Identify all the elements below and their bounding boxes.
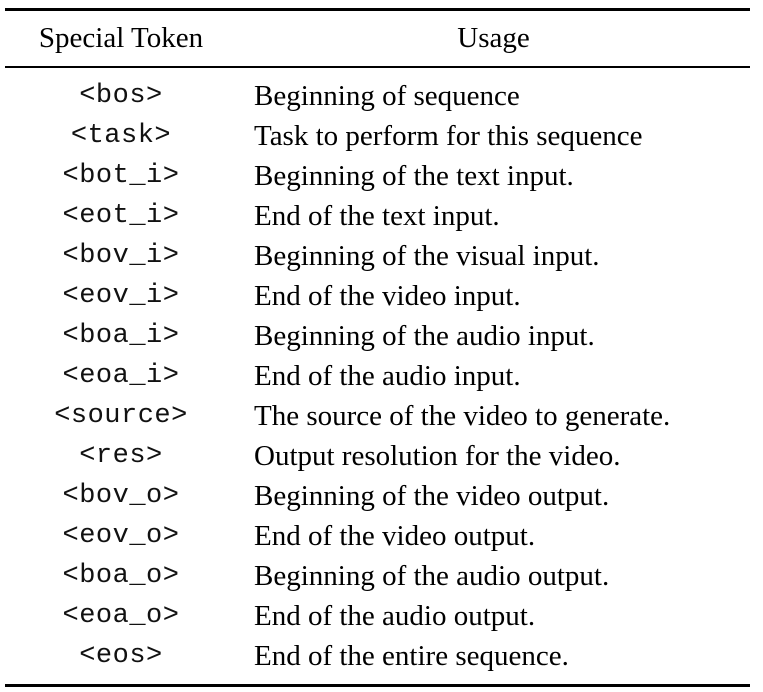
bottom-rule xyxy=(5,684,750,687)
table-row: <source> The source of the video to gener… xyxy=(5,396,750,436)
token-cell: <eoa_o> xyxy=(62,601,180,631)
table-row: <res> Output resolution for the video. xyxy=(5,436,750,476)
table-header: Special Token Usage xyxy=(5,11,750,66)
usage-cell: Beginning of the audio input. xyxy=(254,319,595,352)
table-row: <bot_i> Beginning of the text input. xyxy=(5,156,750,196)
header-usage: Usage xyxy=(457,22,530,54)
usage-cell: End of the audio input. xyxy=(254,359,521,392)
token-cell: <boa_i> xyxy=(62,321,180,351)
usage-cell: End of the audio output. xyxy=(254,599,536,632)
token-cell: <bot_i> xyxy=(62,161,180,191)
table-row: <bov_o> Beginning of the video output. xyxy=(5,476,750,516)
header-special-token: Special Token xyxy=(38,22,204,54)
special-token-table: Special Token Usage <bos> Beginning of se… xyxy=(5,8,750,687)
usage-cell: End of the entire sequence. xyxy=(254,639,569,672)
token-cell: <source> xyxy=(54,401,188,431)
table-row: <eoa_o> End of the audio output. xyxy=(5,596,750,636)
table-row: <task> Task to perform for this sequence xyxy=(5,116,750,156)
token-cell: <eot_i> xyxy=(62,201,180,231)
usage-cell: End of the video input. xyxy=(254,279,521,312)
table-row: <boa_i> Beginning of the audio input. xyxy=(5,316,750,356)
usage-cell: The source of the video to generate. xyxy=(254,399,671,432)
table-row: <eov_o> End of the video output. xyxy=(5,516,750,556)
token-cell: <boa_o> xyxy=(62,561,180,591)
table-row: <eoa_i> End of the audio input. xyxy=(5,356,750,396)
usage-cell: Beginning of the audio output. xyxy=(254,559,610,592)
table-row: <bos> Beginning of sequence xyxy=(5,76,750,116)
table-row: <boa_o> Beginning of the audio output. xyxy=(5,556,750,596)
table-row: <eot_i> End of the text input. xyxy=(5,196,750,236)
usage-cell: Beginning of the text input. xyxy=(254,159,574,192)
table-row: <bov_i> Beginning of the visual input. xyxy=(5,236,750,276)
table-body: <bos> Beginning of sequence <task> Task to… xyxy=(5,68,750,684)
token-cell: <bov_o> xyxy=(62,481,180,511)
usage-cell: End of the text input. xyxy=(254,199,500,232)
usage-cell: Beginning of sequence xyxy=(254,79,520,112)
token-cell: <eov_o> xyxy=(62,521,180,551)
usage-cell: Output resolution for the video. xyxy=(254,439,621,472)
token-cell: <bov_i> xyxy=(62,241,180,271)
usage-cell: Beginning of the video output. xyxy=(254,479,610,512)
token-cell: <res> xyxy=(79,441,163,471)
token-cell: <bos> xyxy=(79,81,163,111)
token-cell: <eoa_i> xyxy=(62,361,180,391)
token-cell: <eov_i> xyxy=(62,281,180,311)
usage-cell: Task to perform for this sequence xyxy=(254,119,643,152)
token-cell: <task> xyxy=(70,121,172,151)
usage-cell: Beginning of the visual input. xyxy=(254,239,600,272)
usage-cell: End of the video output. xyxy=(254,519,536,552)
token-cell: <eos> xyxy=(79,641,163,671)
table-row: <eos> End of the entire sequence. xyxy=(5,636,750,676)
table-row: <eov_i> End of the video input. xyxy=(5,276,750,316)
